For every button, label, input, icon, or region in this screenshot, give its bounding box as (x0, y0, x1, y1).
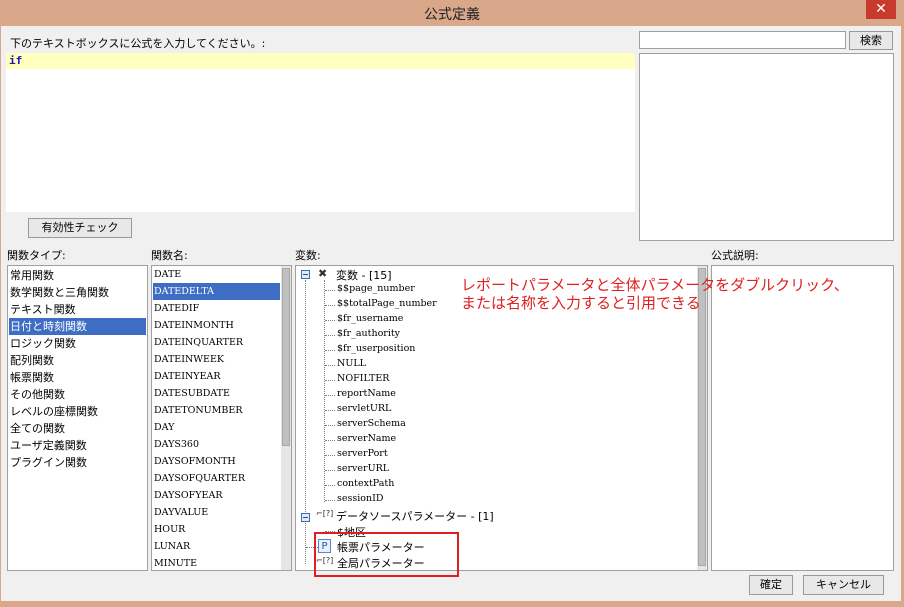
func-type-item[interactable]: 数学関数と三角関数 (9, 284, 146, 301)
variables-group-icon: ✖ (318, 267, 328, 280)
variable-item[interactable]: serverName (337, 433, 396, 444)
window-title: 公式定義 (424, 7, 480, 23)
func-name-item[interactable]: DAYS360 (153, 436, 280, 453)
dialog-body: 下のテキストボックスに公式を入力してください。: if 有効性チェック 検索 関… (1, 26, 901, 601)
func-name-scroll-thumb[interactable] (282, 268, 290, 446)
func-name-item[interactable]: DATEDELTA (153, 283, 280, 300)
func-name-item[interactable]: MINUTE (153, 555, 280, 570)
func-name-scrollbar[interactable] (281, 266, 291, 570)
func-type-item[interactable]: テキスト関数 (9, 301, 146, 318)
func-type-item[interactable]: ロジック関数 (9, 335, 146, 352)
tree-connector (325, 425, 335, 426)
variables-scroll-thumb[interactable] (698, 268, 706, 566)
func-name-item[interactable]: DATEDIF (153, 300, 280, 317)
editor-current-line (6, 53, 635, 69)
datasource-param-label[interactable]: データソースパラメーター - [1] (336, 508, 494, 524)
func-name-item[interactable]: DAYSOFMONTH (153, 453, 280, 470)
func-type-label: 関数タイプ: (7, 249, 66, 262)
collapse-variables-icon[interactable] (301, 270, 310, 279)
variable-item[interactable]: $fr_username (337, 313, 403, 324)
func-name-item[interactable]: DAY (153, 419, 280, 436)
annotation-note: レポートパラメータと全体パラメータをダブルクリック、 または名称を入力すると引用… (461, 276, 849, 312)
func-type-item[interactable]: 全ての関数 (9, 420, 146, 437)
validate-button[interactable]: 有効性チェック (28, 218, 132, 238)
variable-item[interactable]: $fr_userposition (337, 343, 415, 354)
func-name-item[interactable]: DATEINYEAR (153, 368, 280, 385)
tree-connector (325, 380, 335, 381)
func-name-item[interactable]: DATETONUMBER (153, 402, 280, 419)
func-name-list: DATE DATEDELTA DATEDIF DATEINMONTH DATEINQUA… (151, 265, 292, 571)
tree-connector (325, 395, 335, 396)
description-label: 公式説明: (711, 249, 759, 262)
formula-text: if (9, 54, 23, 67)
title-bar: 公式定義 ✕ (0, 0, 904, 26)
func-name-item[interactable]: DAYVALUE (153, 504, 280, 521)
ok-button[interactable]: 確定 (749, 575, 793, 595)
cancel-button[interactable]: キャンセル (803, 575, 884, 595)
annotation-line-2: または名称を入力すると引用できる (461, 294, 701, 312)
func-name-item[interactable]: DAYSOFYEAR (153, 487, 280, 504)
variable-item[interactable]: NOFILTER (337, 373, 389, 384)
variable-item[interactable]: $$totalPage_number (337, 298, 437, 309)
tree-connector (325, 455, 335, 456)
func-type-item[interactable]: レベルの座標関数 (9, 403, 146, 420)
func-type-list: 常用関数 数学関数と三角関数 テキスト関数 日付と時刻関数 ロジック関数 配列関数 帳票関数… (7, 265, 148, 571)
func-name-item[interactable]: HOUR (153, 521, 280, 538)
variable-item[interactable]: NULL (337, 358, 366, 369)
formula-editor[interactable]: if (6, 53, 635, 212)
variables-label: 変数: (295, 249, 321, 262)
variable-item[interactable]: serverURL (337, 463, 389, 474)
func-name-item[interactable]: DATE (153, 266, 280, 283)
formula-dialog: 公式定義 ✕ 下のテキストボックスに公式を入力してください。: if 有効性チェ… (0, 0, 904, 607)
variable-item[interactable]: servletURL (337, 403, 391, 414)
tree-connector (325, 305, 335, 306)
collapse-datasource-icon[interactable] (301, 513, 310, 522)
func-name-label: 関数名: (151, 249, 188, 262)
tree-connector (325, 365, 335, 366)
tree-connector (325, 440, 335, 441)
variable-item[interactable]: contextPath (337, 478, 394, 489)
tree-connector (325, 485, 335, 486)
func-name-item[interactable]: DATEINQUARTER (153, 334, 280, 351)
tree-connector (325, 470, 335, 471)
func-type-item[interactable]: ユーザ定義関数 (9, 437, 146, 454)
func-name-item[interactable]: DATESUBDATE (153, 385, 280, 402)
variable-item[interactable]: serverPort (337, 448, 388, 459)
func-type-item[interactable]: 配列関数 (9, 352, 146, 369)
func-type-item[interactable]: 日付と時刻関数 (9, 318, 146, 335)
tree-guide-line (324, 280, 325, 502)
variable-item[interactable]: $$page_number (337, 283, 415, 294)
tree-connector (325, 335, 335, 336)
variables-root-label[interactable]: 変数 - [15] (336, 267, 392, 283)
func-type-item[interactable]: 帳票関数 (9, 369, 146, 386)
annotation-highlight-box (314, 532, 459, 577)
variable-item[interactable]: serverSchema (337, 418, 406, 429)
tree-connector (325, 320, 335, 321)
func-name-item[interactable]: LUNAR (153, 538, 280, 555)
search-input[interactable] (639, 31, 846, 49)
tree-connector (325, 290, 335, 291)
search-button[interactable]: 検索 (849, 31, 893, 50)
tree-connector (325, 410, 335, 411)
func-name-item[interactable]: DAYSOFQUARTER (153, 470, 280, 487)
func-name-item[interactable]: DATEINWEEK (153, 351, 280, 368)
func-name-item[interactable]: DATEINMONTH (153, 317, 280, 334)
formula-prompt: 下のテキストボックスに公式を入力してください。: (10, 37, 266, 50)
variable-item[interactable]: $fr_authority (337, 328, 400, 339)
func-type-item[interactable]: その他関数 (9, 386, 146, 403)
variable-item[interactable]: sessionID (337, 493, 384, 504)
search-results-panel (639, 53, 894, 241)
close-button[interactable]: ✕ (866, 0, 896, 19)
func-type-item[interactable]: プラグイン関数 (9, 454, 146, 471)
tree-connector (325, 500, 335, 501)
datasource-param-icon: ⌐[?] (316, 509, 334, 518)
func-type-item[interactable]: 常用関数 (9, 267, 146, 284)
variable-item[interactable]: reportName (337, 388, 396, 399)
annotation-line-1: レポートパラメータと全体パラメータをダブルクリック、 (461, 276, 849, 294)
tree-connector (325, 350, 335, 351)
